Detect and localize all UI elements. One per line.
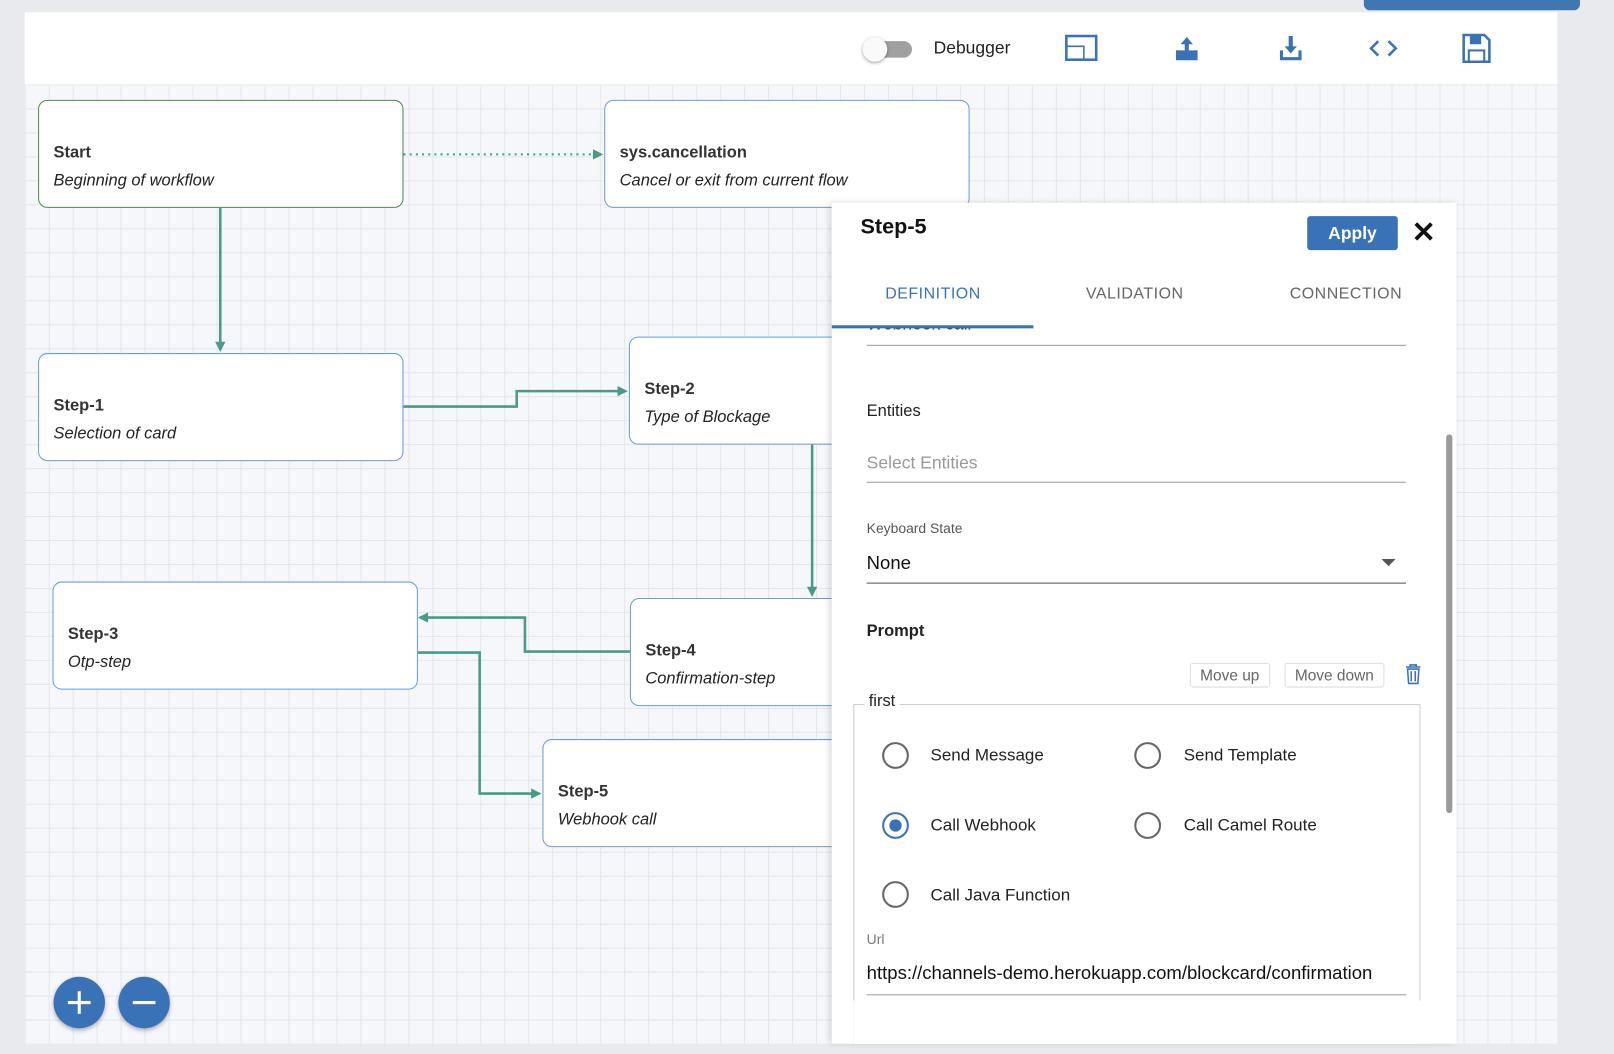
- radio-call-java-function[interactable]: [882, 881, 909, 908]
- move-down-button[interactable]: Move down: [1284, 662, 1385, 688]
- radio-call-camel-route[interactable]: [1134, 812, 1162, 839]
- entities-underline: [866, 481, 1407, 483]
- radio-label: Call Camel Route: [1183, 816, 1317, 835]
- url-underline: [866, 994, 1407, 996]
- node-title: Step-5: [557, 783, 609, 801]
- tab-connection[interactable]: CONNECTION: [1290, 285, 1402, 304]
- node-title: Step-1: [53, 397, 104, 415]
- edge-step4-step3: [417, 612, 630, 653]
- panel-scrollbar[interactable]: [1446, 434, 1453, 814]
- node-subtitle: Beginning of workflow: [53, 171, 214, 190]
- description-underline: [866, 344, 1407, 346]
- edge-step1-step2: [403, 385, 628, 408]
- chevron-down-icon[interactable]: [1381, 558, 1396, 567]
- node-title: Step-3: [67, 625, 119, 644]
- entities-input[interactable]: Select Entities: [867, 453, 978, 474]
- edge-step3-step5: [417, 651, 542, 799]
- entities-label: Entities: [866, 402, 921, 420]
- panel-title-overlay: Step-5: [860, 215, 927, 239]
- keyboard-underline: [866, 582, 1407, 584]
- trash-icon[interactable]: [1404, 663, 1423, 686]
- active-tab-indicator: [831, 325, 1034, 329]
- radio-label: Call Java Function: [930, 886, 1071, 905]
- url-label: Url: [866, 931, 885, 947]
- node-subtitle: Type of Blockage: [644, 408, 771, 427]
- fieldset-legend: first: [864, 692, 900, 712]
- node-step-1[interactable]: Step-1 Selection of card: [38, 353, 404, 462]
- prompt-label: Prompt: [866, 622, 925, 641]
- node-sys-cancellation[interactable]: sys.cancellation Cancel or exit from curr…: [604, 99, 970, 208]
- apply-button-overlay[interactable]: Apply: [1307, 216, 1398, 251]
- node-start[interactable]: Start Beginning of workflow: [38, 99, 404, 208]
- radio-send-template[interactable]: [1134, 742, 1162, 769]
- tab-validation[interactable]: VALIDATION: [1086, 285, 1184, 304]
- node-subtitle: Cancel or exit from current flow: [619, 171, 848, 190]
- minus-icon: [132, 1000, 156, 1005]
- node-title: Start: [53, 144, 92, 162]
- keyboard-state-select[interactable]: None: [867, 553, 911, 575]
- radio-label: Call Webhook: [930, 816, 1036, 835]
- plus-icon: [67, 991, 91, 1014]
- node-subtitle: Selection of card: [53, 425, 177, 443]
- move-up-button[interactable]: Move up: [1189, 662, 1270, 688]
- tab-definition[interactable]: DEFINITION: [885, 285, 981, 304]
- node-title: Step-2: [644, 380, 695, 399]
- radio-label: Send Template: [1183, 746, 1297, 765]
- zoom-in-button[interactable]: [53, 976, 105, 1029]
- node-subtitle: Otp-step: [67, 653, 132, 672]
- node-title: Step-4: [645, 642, 696, 660]
- node-subtitle: Confirmation-step: [645, 670, 776, 688]
- step-properties-panel: Step-5 Apply ✕ Webhook call Step-5 Apply…: [831, 202, 1457, 1044]
- radio-send-message[interactable]: [882, 742, 909, 769]
- node-title: sys.cancellation: [619, 144, 747, 162]
- close-button[interactable]: ✕: [1408, 217, 1439, 248]
- keyboard-state-label: Keyboard State: [866, 520, 963, 537]
- radio-call-webhook[interactable]: [882, 812, 909, 839]
- radio-label: Send Message: [930, 746, 1044, 765]
- url-input[interactable]: https://channels-demo.herokuapp.com/bloc…: [867, 962, 1406, 984]
- node-subtitle: Webhook call: [557, 811, 657, 829]
- zoom-out-button[interactable]: [118, 976, 170, 1029]
- node-step-3[interactable]: Step-3 Otp-step: [52, 581, 418, 690]
